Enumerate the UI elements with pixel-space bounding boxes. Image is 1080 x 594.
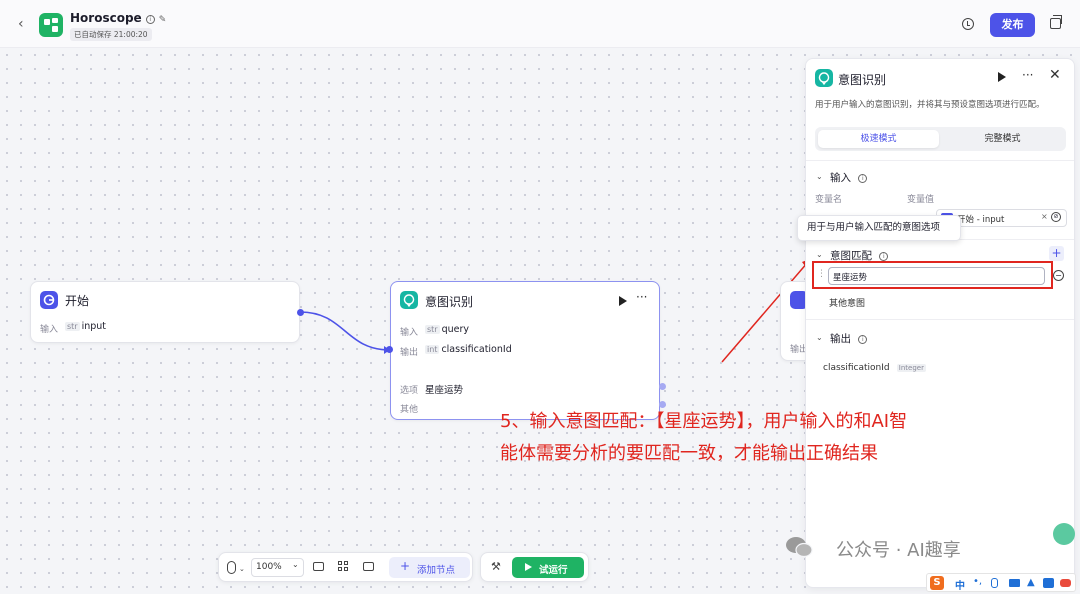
intent-output-var: int classificationId bbox=[425, 344, 512, 355]
clear-icon[interactable]: × bbox=[1041, 212, 1048, 221]
info-icon[interactable]: i bbox=[858, 335, 868, 344]
chevron-down-icon[interactable]: ⌄ bbox=[816, 333, 823, 342]
var-value-header: 变量值 bbox=[907, 195, 935, 205]
output-section-label: 输出 bbox=[830, 333, 851, 345]
close-icon[interactable]: ✕ bbox=[1049, 67, 1061, 83]
input-ref-value: 开始 - input bbox=[957, 215, 1005, 225]
test-run-label: 试运行 bbox=[539, 565, 568, 576]
var-name: classificationId bbox=[441, 344, 512, 355]
panel-run-icon[interactable] bbox=[998, 72, 1006, 82]
ime-toolbar: S 中 •, ▲ bbox=[926, 573, 1076, 592]
start-node-icon bbox=[40, 291, 58, 309]
ime-lang[interactable]: 中 bbox=[955, 577, 965, 592]
divider bbox=[806, 160, 1074, 161]
ime-skin-icon[interactable]: ▲ bbox=[1027, 577, 1035, 588]
run-node-icon[interactable] bbox=[619, 296, 627, 306]
canvas-toolbar: ⌄ 100% ⌄ + 添加节点 bbox=[218, 552, 473, 582]
annotation-line-1: 5、输入意图匹配：【星座运势】，用户输入的和AI智 bbox=[500, 411, 908, 432]
intent-input-label: 输入 bbox=[400, 328, 419, 338]
input-section-label: 输入 bbox=[830, 172, 851, 184]
edge-start-to-intent bbox=[299, 311, 391, 351]
var-type-tag: str bbox=[65, 322, 80, 331]
tooltip: 用于与用户输入匹配的意图选项 bbox=[797, 215, 961, 241]
intent-option-input[interactable]: 星座运势 bbox=[828, 267, 1045, 285]
run-toolbar: ⚒ 试运行 bbox=[480, 552, 589, 582]
var-name-header: 变量名 bbox=[815, 195, 843, 205]
other-port[interactable] bbox=[659, 401, 666, 408]
start-node-title: 开始 bbox=[65, 294, 90, 308]
zoom-value: 100% bbox=[256, 562, 282, 572]
layout-icon[interactable] bbox=[338, 561, 348, 571]
intent-node[interactable]: 意图识别 ··· 输入 str query 输出 int classificatio… bbox=[390, 281, 660, 420]
comment-icon[interactable] bbox=[313, 562, 324, 571]
test-run-button[interactable]: 试运行 bbox=[512, 557, 584, 578]
variable-ref-icon[interactable]: ⊘ bbox=[1051, 212, 1061, 222]
chevron-down-icon: ⌄ bbox=[292, 560, 299, 569]
add-intent-button[interactable]: + bbox=[1049, 246, 1064, 261]
start-node[interactable]: 开始 输入 str input bbox=[30, 281, 300, 343]
mouse-mode-icon[interactable] bbox=[227, 561, 236, 574]
wrench-icon[interactable]: ⚒ bbox=[491, 560, 501, 573]
var-type-tag: str bbox=[425, 325, 440, 334]
output-var: classificationId Integer bbox=[823, 362, 928, 373]
tab-full-mode[interactable]: 完整模式 bbox=[942, 130, 1063, 148]
mode-switch: 极速模式 完整模式 bbox=[815, 127, 1066, 151]
panel-more-icon[interactable]: ··· bbox=[1022, 68, 1033, 82]
var-type-tag: int bbox=[425, 345, 440, 354]
chevron-down-icon[interactable]: ⌄ bbox=[816, 172, 823, 181]
panel-intent-icon bbox=[815, 69, 833, 87]
intent-output-label: 输出 bbox=[400, 348, 419, 358]
play-icon bbox=[525, 563, 532, 571]
add-node-button[interactable]: + 添加节点 bbox=[389, 557, 470, 578]
start-input-var: str input bbox=[65, 321, 106, 332]
ime-keyboard-icon[interactable] bbox=[1009, 579, 1020, 587]
output-type-tag: Integer bbox=[896, 364, 926, 372]
panel-description: 用于用户输入的意图识别，并将其与预设意图选项进行匹配。 bbox=[815, 100, 1045, 110]
more-icon[interactable]: ··· bbox=[636, 290, 647, 304]
ime-punct-icon[interactable]: •, bbox=[973, 576, 982, 587]
intent-other-label: 其他 bbox=[400, 405, 419, 415]
intent-input-var: str query bbox=[425, 324, 469, 335]
divider bbox=[806, 319, 1074, 320]
intent-option-label: 选项 bbox=[400, 386, 419, 396]
annotation-line-2: 能体需要分析的要匹配一致，才能输出正确结果 bbox=[500, 443, 878, 464]
intent-settings-panel: 意图识别 ··· ✕ 用于用户输入的意图识别，并将其与预设意图选项进行匹配。 极… bbox=[805, 58, 1075, 588]
watermark-logo-icon bbox=[1053, 523, 1075, 545]
wechat-icon bbox=[785, 535, 813, 559]
panel-title: 意图识别 bbox=[838, 73, 887, 87]
chevron-down-icon[interactable]: ⌄ bbox=[239, 565, 245, 573]
output-section-title[interactable]: 输出 i bbox=[830, 331, 868, 346]
option-port[interactable] bbox=[659, 383, 666, 390]
zoom-select[interactable]: 100% ⌄ bbox=[251, 558, 304, 577]
intent-node-title: 意图识别 bbox=[425, 295, 474, 309]
input-section-title[interactable]: 输入 i bbox=[830, 170, 868, 185]
var-name: input bbox=[81, 321, 107, 332]
ime-tools-icon[interactable] bbox=[1043, 578, 1054, 588]
intent-option-input-value: 星座运势 bbox=[833, 273, 868, 283]
watermark-text: 公众号 · AI趣享 bbox=[836, 540, 961, 561]
minimap-icon[interactable] bbox=[363, 562, 374, 571]
ime-mic-icon[interactable] bbox=[991, 578, 998, 588]
remove-intent-icon[interactable]: − bbox=[1053, 270, 1064, 281]
tab-fast-mode[interactable]: 极速模式 bbox=[818, 130, 939, 148]
start-output-port[interactable] bbox=[297, 309, 304, 316]
ime-emoji-icon[interactable] bbox=[1060, 579, 1071, 587]
intent-node-icon bbox=[400, 291, 418, 309]
ime-logo-icon[interactable]: S bbox=[930, 576, 944, 590]
intent-option-value: 星座运势 bbox=[425, 385, 464, 396]
intent-input-port[interactable] bbox=[386, 346, 393, 353]
output-var-name: classificationId bbox=[823, 363, 890, 373]
chevron-down-icon[interactable]: ⌄ bbox=[816, 250, 823, 259]
add-node-label: 添加节点 bbox=[417, 565, 456, 576]
start-input-label: 输入 bbox=[40, 325, 59, 335]
info-icon[interactable]: i bbox=[858, 174, 868, 183]
info-icon[interactable]: i bbox=[879, 252, 889, 261]
plus-icon: + bbox=[400, 559, 411, 573]
var-name: query bbox=[441, 324, 470, 335]
other-intent-label: 其他意图 bbox=[829, 299, 866, 309]
